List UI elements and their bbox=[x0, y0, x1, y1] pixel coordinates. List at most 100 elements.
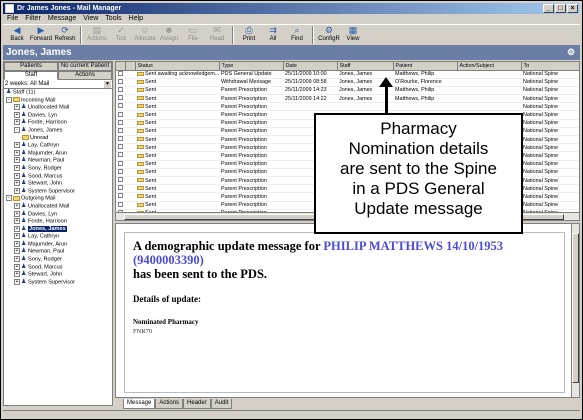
column-header[interactable]: Patient bbox=[393, 62, 458, 71]
tree-node[interactable]: + ♟ Newman, Paul bbox=[4, 248, 112, 256]
row-checkbox[interactable] bbox=[118, 70, 123, 76]
column-header[interactable]: Action/Subject bbox=[457, 62, 522, 71]
expand-icon[interactable]: + bbox=[14, 142, 20, 149]
row-checkbox[interactable] bbox=[118, 103, 123, 109]
table-row[interactable]: Sent Parent Prescription National Spine bbox=[116, 102, 579, 112]
column-header[interactable] bbox=[116, 62, 126, 71]
tree-node[interactable]: + ♟ System Supervisor bbox=[4, 278, 112, 287]
expand-icon[interactable]: + bbox=[14, 157, 20, 164]
tab-no-current-patient[interactable]: No current Patient bbox=[58, 62, 112, 71]
collapse-icon[interactable]: - bbox=[6, 96, 12, 103]
row-checkbox[interactable] bbox=[118, 95, 123, 101]
collapse-icon[interactable]: - bbox=[14, 126, 20, 133]
toolbar-refresh-button[interactable]: ⟳ Refresh bbox=[53, 25, 77, 45]
toolbar-configr-button[interactable]: ⚙ ConfigR bbox=[317, 25, 341, 45]
tree-node[interactable]: + ♟ Sony, Rodger bbox=[4, 164, 112, 173]
row-checkbox[interactable] bbox=[118, 127, 123, 133]
expand-icon[interactable]: + bbox=[14, 210, 20, 217]
tree-node[interactable]: + ♟ Stewart, John bbox=[4, 180, 112, 188]
expand-icon[interactable]: + bbox=[14, 111, 20, 118]
toolbar-back-button[interactable]: ◀ Back bbox=[5, 25, 29, 45]
expand-icon[interactable]: + bbox=[14, 172, 20, 179]
tree-node[interactable]: + ♟ Sood, Marcus bbox=[4, 172, 112, 181]
tree-node[interactable]: + ♟ Forde, Harrison bbox=[4, 218, 112, 226]
expand-icon[interactable]: + bbox=[14, 187, 20, 194]
close-button[interactable]: × bbox=[567, 4, 578, 13]
menu-help[interactable]: Help bbox=[129, 14, 143, 24]
tab-message[interactable]: Message bbox=[123, 399, 156, 409]
minimize-button[interactable]: _ bbox=[543, 4, 554, 13]
column-header[interactable]: Date bbox=[283, 62, 338, 71]
menu-view[interactable]: View bbox=[83, 14, 98, 24]
tree-node[interactable]: - Outgoing Mail bbox=[4, 195, 112, 203]
expand-icon[interactable]: + bbox=[14, 218, 20, 225]
maximize-button[interactable]: □ bbox=[555, 4, 566, 13]
tab-patients[interactable]: Patients bbox=[4, 62, 58, 71]
expand-icon[interactable]: + bbox=[14, 233, 20, 240]
vertical-scrollbar[interactable] bbox=[571, 224, 579, 397]
row-checkbox[interactable] bbox=[118, 119, 123, 125]
toolbar-assign-button[interactable]: ☻ Assign bbox=[157, 25, 181, 45]
tree-node[interactable]: + ♟ Forde, Harrison bbox=[4, 119, 112, 127]
expand-icon[interactable]: + bbox=[14, 240, 20, 247]
toolbar-file-button[interactable]: ▭ File bbox=[181, 25, 205, 45]
expand-icon[interactable]: + bbox=[14, 119, 20, 126]
tree-node[interactable]: + ♟ Stewart, John bbox=[4, 271, 112, 279]
tree-node[interactable]: + ♟ System Supervisor bbox=[4, 187, 112, 196]
expand-icon[interactable]: + bbox=[14, 271, 20, 278]
tab-audit[interactable]: Audit bbox=[210, 399, 233, 409]
toolbar-read-button[interactable]: ✉ Read bbox=[205, 25, 229, 45]
menu-tools[interactable]: Tools bbox=[105, 14, 121, 24]
toolbar-forward-button[interactable]: ▶ Forward bbox=[29, 25, 53, 45]
column-header[interactable] bbox=[125, 62, 136, 71]
mail-filter-dropdown[interactable]: 2 weeks: All Mail ▼ bbox=[4, 80, 112, 89]
expand-icon[interactable]: + bbox=[14, 202, 20, 209]
expand-icon[interactable]: + bbox=[14, 225, 20, 232]
tree-node[interactable]: + ♟ Davies, Lyn bbox=[4, 210, 112, 219]
toolbar-print-button[interactable]: ⎙ Print bbox=[237, 25, 261, 45]
toolbar-allocate-button[interactable]: ☺ Allocate bbox=[133, 25, 157, 45]
tree-node[interactable]: + ♟ Lay, Cathryn bbox=[4, 142, 112, 150]
toolbar-tick-button[interactable]: ✓ Tick bbox=[109, 25, 133, 45]
expand-icon[interactable]: + bbox=[14, 278, 20, 285]
table-row[interactable]: Sent awaiting acknowledgem... PDS General… bbox=[116, 70, 579, 79]
menu-file[interactable]: File bbox=[7, 14, 18, 24]
tree-node[interactable]: - ♟ Jones, James bbox=[4, 126, 112, 135]
column-header[interactable]: Staff bbox=[337, 62, 394, 71]
table-row[interactable]: Sent Parent Prescription 25/11/2009 14:23 J… bbox=[116, 86, 579, 96]
tree-node[interactable]: + ♟ Sony, Rodger bbox=[4, 256, 112, 264]
row-checkbox[interactable] bbox=[118, 185, 123, 191]
row-checkbox[interactable] bbox=[118, 78, 123, 84]
row-checkbox[interactable] bbox=[118, 136, 123, 142]
row-checkbox[interactable] bbox=[118, 152, 123, 158]
settings-icon[interactable]: ⚙ bbox=[567, 47, 577, 57]
row-checkbox[interactable] bbox=[118, 177, 123, 183]
column-header[interactable]: To bbox=[521, 62, 579, 71]
table-row[interactable]: Sent Withdrawal Message 25/11/2009 08:58 Jo… bbox=[116, 78, 579, 87]
toolbar-all-button[interactable]: ⇉ All bbox=[261, 25, 285, 45]
tree-node[interactable]: + ♟ Unallocated Mail bbox=[4, 202, 112, 211]
expand-icon[interactable]: + bbox=[14, 149, 20, 156]
row-checkbox[interactable] bbox=[118, 86, 123, 92]
row-checkbox[interactable] bbox=[118, 111, 123, 117]
tree-node[interactable]: + ♟ Lay, Cathryn bbox=[4, 233, 112, 241]
tab-staff[interactable]: Staff bbox=[4, 71, 58, 80]
toolbar-find-button[interactable]: ⌕ Find bbox=[285, 25, 309, 45]
row-checkbox[interactable] bbox=[118, 144, 123, 150]
row-checkbox[interactable] bbox=[118, 193, 123, 199]
expand-icon[interactable]: + bbox=[14, 180, 20, 187]
toolbar-actions-button[interactable]: ▤ Actions bbox=[85, 25, 109, 45]
chevron-down-icon[interactable]: ▼ bbox=[104, 81, 111, 88]
column-header[interactable]: Status bbox=[135, 62, 220, 71]
tree-node[interactable]: ♟ Staff (11) bbox=[4, 89, 112, 97]
expand-icon[interactable]: + bbox=[14, 164, 20, 171]
table-row[interactable]: Sent Parent Prescription 25/11/2009 14:22 J… bbox=[116, 94, 579, 104]
tree-node[interactable]: + ♟ Newman, Paul bbox=[4, 157, 112, 165]
tab-header[interactable]: Header bbox=[183, 399, 211, 409]
menu-message[interactable]: Message bbox=[48, 14, 76, 24]
menu-filter[interactable]: Filter bbox=[25, 14, 41, 24]
toolbar-view-button[interactable]: ▦ View bbox=[341, 25, 365, 45]
tab-actions-bottom[interactable]: Actions bbox=[155, 399, 184, 409]
tab-actions[interactable]: Actions bbox=[58, 71, 112, 80]
tree-node[interactable]: + ♟ Unallocated Mail bbox=[4, 104, 112, 112]
